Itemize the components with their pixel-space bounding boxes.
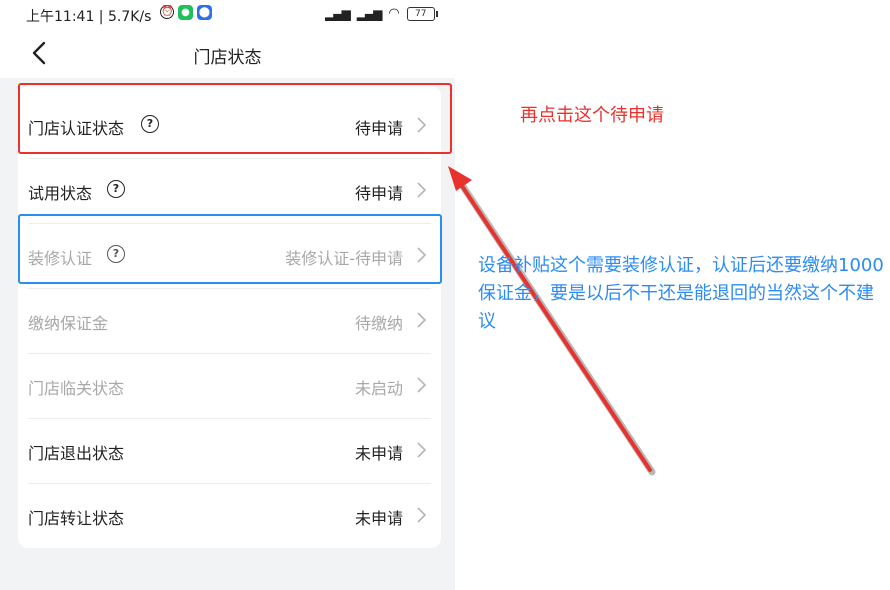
row-value: 未申请 — [354, 444, 403, 463]
row-value: 待申请 — [354, 184, 403, 203]
battery-icon: 77 — [406, 6, 438, 21]
help-icon[interactable]: ? — [107, 180, 125, 198]
annotation-note-red: 再点击这个待申请 — [520, 105, 664, 126]
signal-icon-2: ▂▄▆ — [356, 6, 383, 21]
chevron-right-icon — [417, 312, 427, 328]
annotation-note-blue: 设备补贴这个需要装修认证，认证后还要缴纳1000保证金，要是以后不干还是能退回的… — [478, 255, 884, 332]
wechat-icon: ● — [178, 5, 193, 20]
row-label: 门店转让状态 — [28, 509, 125, 528]
wifi-icon: ◠ — [388, 6, 400, 21]
nav-bar: 门店状态 — [0, 32, 455, 76]
highlight-box-red — [18, 83, 452, 154]
row-label: 试用状态 — [28, 184, 93, 203]
chevron-right-icon — [417, 442, 427, 458]
chevron-right-icon — [417, 182, 427, 198]
row-label: 门店退出状态 — [28, 444, 125, 463]
status-system-icons: ▂▄▆ ▂▄▆ ◠ 77 — [325, 6, 438, 21]
highlight-box-blue — [18, 214, 442, 284]
page-title: 门店状态 — [193, 48, 262, 68]
chevron-right-icon — [417, 507, 427, 523]
row-label: 缴纳保证金 — [28, 314, 109, 333]
chevron-right-icon — [417, 377, 427, 393]
alarm-icon: ⏰ — [160, 5, 174, 19]
row-value: 未申请 — [354, 509, 403, 528]
status-time: 上午11:41 | 5.7K/s — [26, 9, 152, 25]
app-notification-icon: ⬤ — [197, 5, 212, 20]
row-value: 未启动 — [354, 379, 403, 398]
row-value: 待缴纳 — [354, 314, 403, 333]
signal-icon: ▂▄▆ — [325, 6, 351, 21]
status-app-icons: ⏰ ● ⬤ — [160, 5, 212, 20]
status-list-card: 门店认证状态 ? 待申请 试用状态 ? 待申请 装修认证 ? 装修认证-待申请 … — [18, 86, 441, 548]
row-store-transfer[interactable]: 门店转让状态 未申请 — [28, 483, 431, 548]
row-temporary-closure[interactable]: 门店临关状态 未启动 — [28, 353, 431, 419]
content-area: 门店认证状态 ? 待申请 试用状态 ? 待申请 装修认证 ? 装修认证-待申请 … — [0, 78, 455, 590]
status-bar: 上午11:41 | 5.7K/s ⏰ ● ⬤ ▂▄▆ ▂▄▆ ◠ 77 — [0, 0, 455, 30]
row-deposit-payment[interactable]: 缴纳保证金 待缴纳 — [28, 288, 431, 354]
row-store-exit[interactable]: 门店退出状态 未申请 — [28, 418, 431, 484]
row-label: 门店临关状态 — [28, 379, 125, 398]
